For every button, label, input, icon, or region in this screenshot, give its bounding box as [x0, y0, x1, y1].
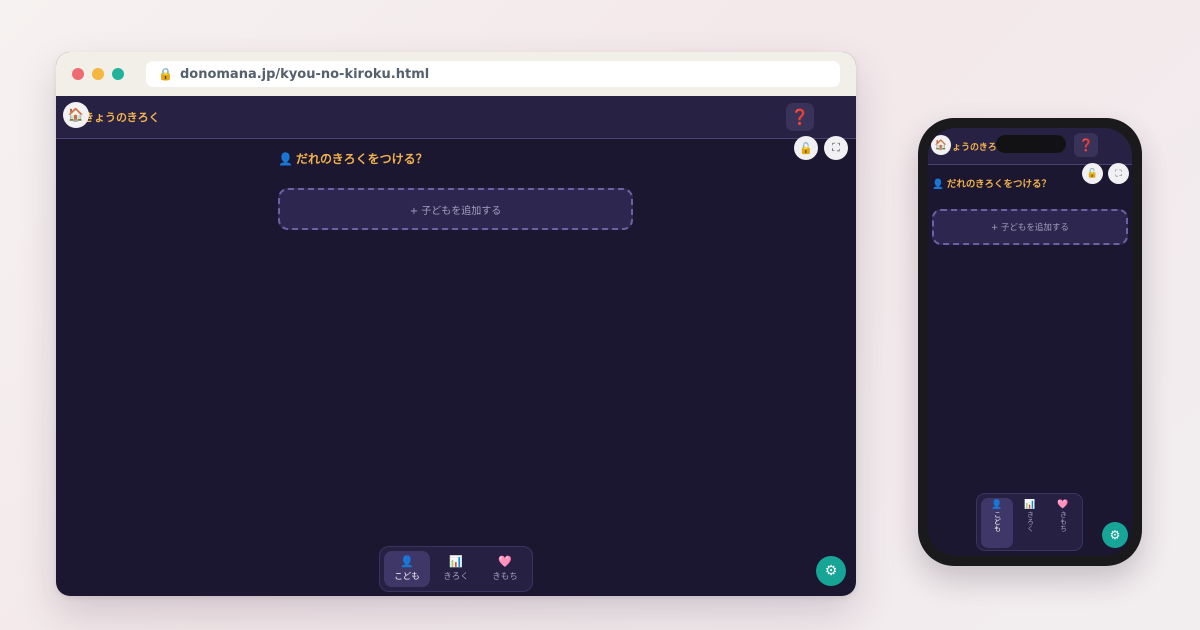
nav-item-kiroku[interactable]: 📊 きろく	[1014, 498, 1046, 548]
window-close-button[interactable]	[72, 68, 84, 80]
home-button[interactable]: 🏠	[931, 135, 951, 155]
app-title: きょうのきろく	[943, 143, 1003, 153]
help-button[interactable]: ❓	[1074, 133, 1098, 157]
nav-item-kodomo[interactable]: 👤 こども	[981, 498, 1013, 548]
heart-icon: 🩷	[498, 555, 512, 568]
nav-item-label: きもち	[1059, 511, 1068, 532]
add-child-label: + 子どもを追加する	[991, 223, 1069, 233]
home-icon: 🏠	[67, 107, 85, 123]
help-icon: ❓	[1078, 138, 1094, 152]
window-minimize-button[interactable]	[92, 68, 104, 80]
window-maximize-button[interactable]	[112, 68, 124, 80]
heart-icon: 🩷	[1057, 500, 1069, 510]
unlock-icon: 🔓	[1086, 168, 1099, 179]
nav-item-kodomo[interactable]: 👤 こども	[384, 551, 430, 587]
nav-item-kimochi[interactable]: 🩷 きもち	[482, 551, 528, 587]
add-child-label: + 子どもを追加する	[409, 205, 502, 217]
nav-item-label: きもち	[492, 572, 518, 582]
browser-window: 🔒 donomana.jp/kyou-no-kiroku.html きょうのきろ…	[56, 52, 856, 596]
fullscreen-icon: ⛶	[832, 141, 840, 154]
lock-toggle-button[interactable]: 🔓	[1082, 163, 1103, 184]
nav-item-label: こども	[993, 511, 1002, 532]
fullscreen-button[interactable]: ⛶	[1108, 163, 1129, 184]
add-child-button[interactable]: + 子どもを追加する	[932, 209, 1128, 245]
user-icon: 👤	[278, 152, 293, 166]
help-button[interactable]: ❓	[786, 103, 814, 131]
bottom-nav: 👤 こども 📊 きろく 🩷 きもち	[379, 546, 533, 592]
chart-icon: 📊	[1024, 500, 1036, 510]
section-title: 👤 だれのきろくをつける？	[932, 176, 1051, 190]
user-icon: 👤	[400, 555, 414, 568]
home-button[interactable]: 🏠	[63, 102, 89, 128]
gear-icon: ⚙	[824, 563, 838, 579]
app-header: きょうのきろく 🏠 ❓	[928, 128, 1132, 165]
fullscreen-icon: ⛶	[1115, 168, 1122, 179]
user-icon: 👤	[932, 179, 944, 190]
help-icon: ❓	[790, 108, 810, 126]
browser-chrome: 🔒 donomana.jp/kyou-no-kiroku.html	[56, 52, 856, 96]
nav-item-kiroku[interactable]: 📊 きろく	[433, 551, 479, 587]
address-bar-url: donomana.jp/kyou-no-kiroku.html	[179, 66, 430, 82]
home-icon: 🏠	[934, 139, 948, 151]
nav-item-label: きろく	[1026, 511, 1035, 532]
nav-item-kimochi[interactable]: 🩷 きもち	[1047, 498, 1079, 548]
app-title: きょうのきろく	[83, 111, 160, 124]
section-title-text: だれのきろくをつける？	[946, 179, 1052, 190]
settings-button[interactable]: ⚙	[1102, 522, 1128, 548]
nav-item-label: こども	[394, 572, 420, 582]
nav-item-label: きろく	[443, 572, 469, 582]
settings-button[interactable]: ⚙	[816, 556, 846, 586]
user-icon: 👤	[991, 500, 1003, 510]
unlock-icon: 🔓	[799, 141, 813, 155]
fullscreen-button[interactable]: ⛶	[824, 136, 848, 160]
section-title-text: だれのきろくをつける？	[295, 152, 428, 166]
phone-screen: きょうのきろく 🏠 ❓ 🔓 ⛶ 👤 だれのきろくをつける？ + 子どもを追加する …	[928, 128, 1132, 556]
lock-icon: 🔒	[158, 67, 173, 81]
section-title: 👤 だれのきろくをつける？	[278, 150, 428, 167]
lock-toggle-button[interactable]: 🔓	[794, 136, 818, 160]
address-bar[interactable]: 🔒 donomana.jp/kyou-no-kiroku.html	[146, 61, 840, 87]
gear-icon: ⚙	[1109, 528, 1121, 542]
phone-frame: きょうのきろく 🏠 ❓ 🔓 ⛶ 👤 だれのきろくをつける？ + 子どもを追加する …	[918, 118, 1142, 566]
app-header: きょうのきろく 🏠 ❓	[56, 96, 856, 139]
bottom-nav: 👤 こども 📊 きろく 🩷 きもち	[976, 493, 1083, 551]
add-child-button[interactable]: + 子どもを追加する	[278, 188, 633, 230]
chart-icon: 📊	[449, 555, 463, 568]
phone-notch	[996, 135, 1066, 153]
